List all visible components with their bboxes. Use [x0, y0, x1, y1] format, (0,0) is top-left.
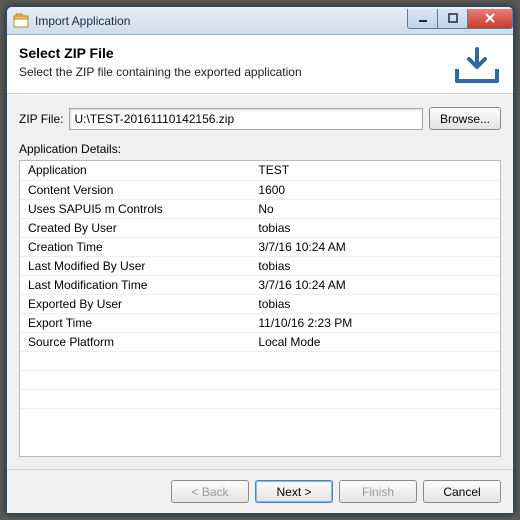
detail-label: Creation Time: [20, 237, 250, 256]
table-row: Creation Time3/7/16 10:24 AM: [20, 237, 500, 256]
back-button: < Back: [171, 480, 249, 503]
detail-label: Last Modification Time: [20, 275, 250, 294]
window-title: Import Application: [35, 14, 407, 28]
detail-label: Application: [20, 161, 250, 180]
detail-value: TEST: [250, 161, 500, 180]
table-row: Last Modification Time3/7/16 10:24 AM: [20, 275, 500, 294]
table-row: Content Version1600: [20, 180, 500, 199]
detail-value: 11/10/16 2:23 PM: [250, 313, 500, 332]
import-icon: [453, 45, 501, 85]
detail-value: tobias: [250, 256, 500, 275]
detail-value: tobias: [250, 218, 500, 237]
detail-value: No: [250, 199, 500, 218]
zip-file-label: ZIP File:: [19, 112, 63, 126]
detail-label: Source Platform: [20, 332, 250, 351]
table-row: ApplicationTEST: [20, 161, 500, 180]
table-row: Export Time11/10/16 2:23 PM: [20, 313, 500, 332]
app-icon: [13, 13, 29, 29]
table-row: [20, 351, 500, 370]
table-row: [20, 370, 500, 389]
details-table-container: ApplicationTESTContent Version1600Uses S…: [19, 160, 501, 457]
table-row: Uses SAPUI5 m ControlsNo: [20, 199, 500, 218]
detail-label: Exported By User: [20, 294, 250, 313]
wizard-footer: < Back Next > Finish Cancel: [7, 469, 513, 513]
detail-value: Local Mode: [250, 332, 500, 351]
detail-label: Content Version: [20, 180, 250, 199]
page-title: Select ZIP File: [19, 45, 445, 61]
dialog-window: Import Application Select ZIP File Selec…: [6, 6, 514, 514]
titlebar[interactable]: Import Application: [7, 7, 513, 35]
table-row: [20, 389, 500, 408]
window-buttons: [407, 9, 513, 29]
wizard-header: Select ZIP File Select the ZIP file cont…: [7, 35, 513, 94]
minimize-button[interactable]: [407, 9, 437, 29]
zip-file-input[interactable]: [69, 108, 423, 130]
table-row: Source PlatformLocal Mode: [20, 332, 500, 351]
dialog-body: ZIP File: Browse... Application Details:…: [7, 94, 513, 469]
detail-label: Created By User: [20, 218, 250, 237]
browse-button[interactable]: Browse...: [429, 107, 501, 130]
maximize-button[interactable]: [437, 9, 467, 29]
details-section-label: Application Details:: [19, 142, 501, 156]
detail-value: tobias: [250, 294, 500, 313]
table-row: Exported By Usertobias: [20, 294, 500, 313]
cancel-button[interactable]: Cancel: [423, 480, 501, 503]
close-button[interactable]: [467, 9, 513, 29]
next-button[interactable]: Next >: [255, 480, 333, 503]
detail-label: Uses SAPUI5 m Controls: [20, 199, 250, 218]
zip-file-row: ZIP File: Browse...: [19, 107, 501, 130]
page-subtitle: Select the ZIP file containing the expor…: [19, 65, 445, 79]
detail-value: 3/7/16 10:24 AM: [250, 275, 500, 294]
detail-label: Last Modified By User: [20, 256, 250, 275]
table-row: Last Modified By Usertobias: [20, 256, 500, 275]
details-table: ApplicationTESTContent Version1600Uses S…: [20, 161, 500, 409]
detail-value: 3/7/16 10:24 AM: [250, 237, 500, 256]
table-row: Created By Usertobias: [20, 218, 500, 237]
detail-value: 1600: [250, 180, 500, 199]
detail-label: Export Time: [20, 313, 250, 332]
finish-button: Finish: [339, 480, 417, 503]
